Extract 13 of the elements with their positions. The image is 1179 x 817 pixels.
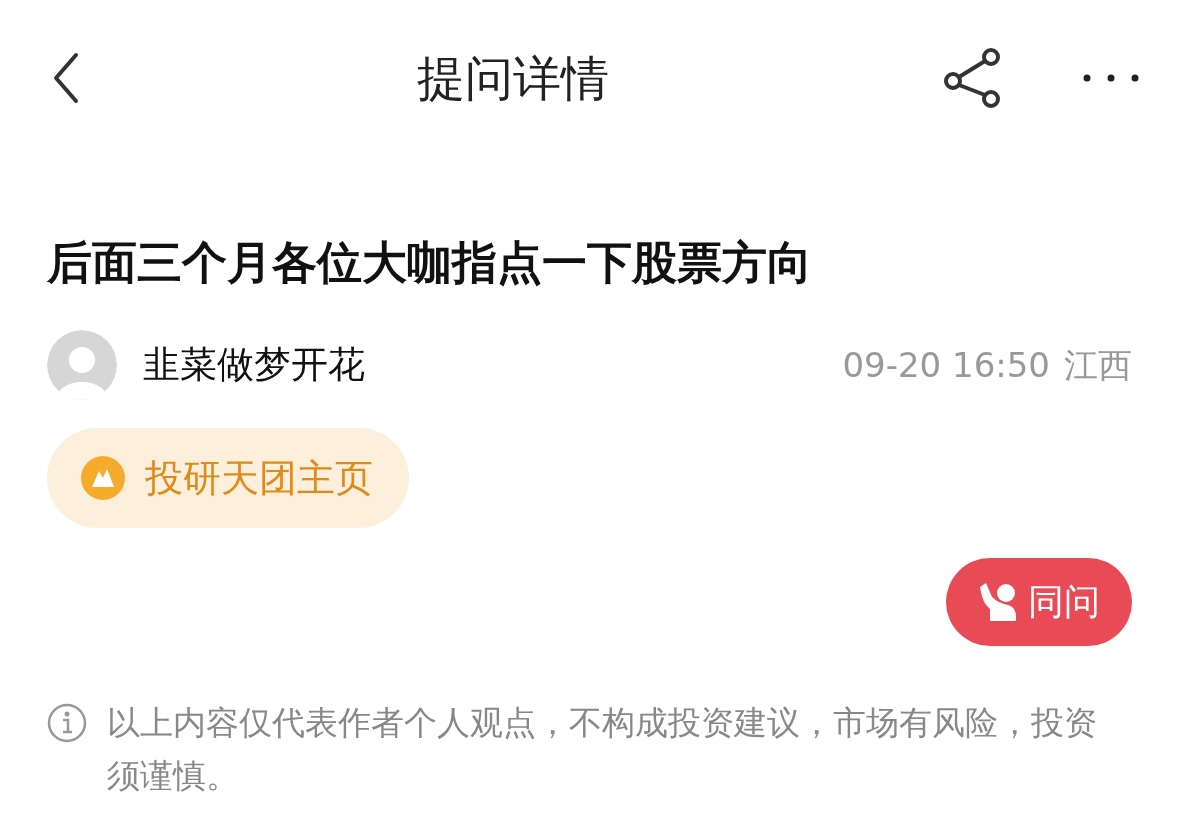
more-button[interactable] bbox=[1083, 74, 1139, 82]
disclaimer-text: 以上内容仅代表作者个人观点，不构成投资建议，市场有风险，投资须谨慎。 bbox=[107, 702, 1098, 797]
info-icon bbox=[47, 703, 87, 743]
author-name: 韭菜做梦开花 bbox=[143, 342, 365, 389]
share-button[interactable] bbox=[943, 47, 1003, 109]
team-homepage-button[interactable]: 投研天团主页 bbox=[47, 428, 409, 528]
same-question-button[interactable]: 同问 bbox=[946, 558, 1132, 646]
page-title: 提问详情 bbox=[416, 49, 609, 108]
mountain-icon bbox=[81, 456, 125, 500]
post-time: 09-20 16:50 bbox=[842, 343, 1050, 387]
post-location: 江西 bbox=[1064, 343, 1132, 387]
raised-hand-icon bbox=[978, 581, 1018, 623]
question-title: 后面三个月各位大咖指点一下股票方向 bbox=[47, 236, 813, 290]
